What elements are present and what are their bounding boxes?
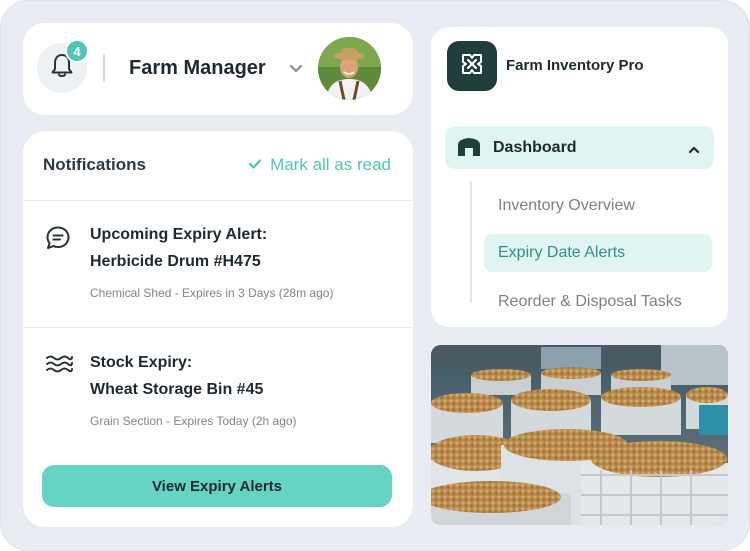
notifications-panel: Notifications Mark all as read Upcoming … bbox=[23, 131, 413, 527]
user-header: 4 Farm Manager bbox=[23, 23, 413, 115]
notification-title-line2: Wheat Storage Bin #45 bbox=[90, 381, 264, 398]
sidebar-nav: Farm Inventory Pro Dashboard Inventory O… bbox=[431, 27, 728, 327]
header-divider bbox=[103, 54, 105, 82]
sidebar-subitem-inventory-overview[interactable]: Inventory Overview bbox=[484, 187, 712, 225]
notification-title: Upcoming Expiry Alert: Herbicide Drum #H… bbox=[90, 221, 390, 275]
app-name: Farm Inventory Pro bbox=[506, 57, 644, 74]
notification-count-badge: 4 bbox=[65, 39, 89, 63]
sidebar-item-label: Dashboard bbox=[493, 138, 577, 156]
app-logo bbox=[447, 41, 497, 91]
chevron-down-icon[interactable] bbox=[289, 61, 303, 79]
notification-meta: Chemical Shed - Expires in 3 Days (28m a… bbox=[90, 286, 334, 300]
notification-meta: Grain Section - Expires Today (2h ago) bbox=[90, 414, 297, 428]
notifications-title: Notifications bbox=[43, 155, 146, 174]
grain-storage-photo bbox=[431, 345, 728, 525]
waves-icon bbox=[45, 354, 73, 379]
view-expiry-alerts-button[interactable]: View Expiry Alerts bbox=[42, 465, 392, 507]
check-icon bbox=[248, 155, 262, 175]
user-name[interactable]: Farm Manager bbox=[129, 57, 266, 80]
notification-title: Stock Expiry: Wheat Storage Bin #45 bbox=[90, 349, 390, 403]
chat-bubble-icon bbox=[45, 225, 71, 256]
sidebar-subitem-reorder-disposal[interactable]: Reorder & Disposal Tasks bbox=[484, 283, 712, 321]
notification-title-line2: Herbicide Drum #H475 bbox=[90, 253, 261, 270]
sidebar-item-dashboard[interactable]: Dashboard bbox=[445, 126, 714, 169]
sidebar-subitem-expiry-date-alerts[interactable]: Expiry Date Alerts bbox=[484, 234, 712, 272]
nav-tree-line bbox=[470, 181, 472, 303]
mark-all-read-button[interactable]: Mark all as read bbox=[248, 155, 391, 175]
notification-title-line1: Stock Expiry: bbox=[90, 354, 193, 371]
mark-all-read-label: Mark all as read bbox=[270, 155, 391, 174]
barn-icon bbox=[457, 137, 481, 162]
notification-item[interactable]: Stock Expiry: Wheat Storage Bin #45 Grai… bbox=[23, 328, 413, 454]
logo-icon bbox=[459, 51, 485, 82]
avatar[interactable] bbox=[318, 37, 381, 100]
chevron-up-icon[interactable] bbox=[688, 141, 700, 159]
notification-title-line1: Upcoming Expiry Alert: bbox=[90, 226, 268, 243]
notification-item[interactable]: Upcoming Expiry Alert: Herbicide Drum #H… bbox=[23, 201, 413, 327]
